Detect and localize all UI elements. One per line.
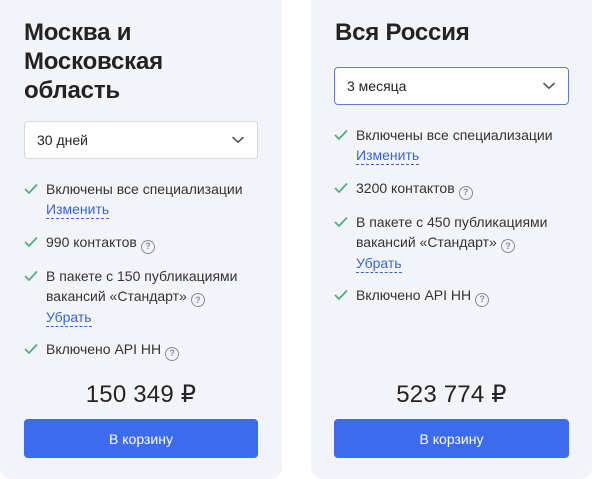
help-icon[interactable]: ? <box>140 239 155 254</box>
help-icon[interactable]: ? <box>475 292 490 307</box>
help-icon[interactable]: ? <box>500 239 515 253</box>
plan-title: Вся Россия <box>335 18 470 47</box>
chevron-down-icon <box>542 79 556 93</box>
feature-text: Включено API HH <box>356 287 472 303</box>
chevron-down-icon <box>231 133 245 147</box>
feature-contacts: 990 контактов? <box>24 232 270 254</box>
plan-card-russia: Вся Россия 3 месяца Включены все специал… <box>311 0 592 479</box>
feature-package: В пакете с 450 публикациями вакансий «Ст… <box>334 212 580 273</box>
feature-list: Включены все специализации Изменить 3200… <box>334 125 580 307</box>
feature-text: Включены все специализации <box>46 181 243 197</box>
plan-title-line: область <box>24 77 120 104</box>
check-icon <box>24 344 38 354</box>
plan-price: 523 774 ₽ <box>396 381 507 408</box>
check-icon <box>334 290 348 300</box>
remove-package-link[interactable]: Убрать <box>46 308 92 327</box>
check-icon <box>334 183 348 193</box>
feature-package: В пакете с 150 публикациями вакансий «Ст… <box>24 266 270 327</box>
plan-title-line: Московская <box>24 48 163 75</box>
check-icon <box>24 184 38 194</box>
feature-text: В пакете с 150 публикациями вакансий «Ст… <box>46 267 238 304</box>
period-select[interactable]: 30 дней <box>24 121 258 159</box>
check-icon <box>24 270 38 281</box>
feature-text: В пакете с 450 публикациями вакансий «Ст… <box>356 213 548 250</box>
feature-text: 990 контактов <box>46 234 137 250</box>
add-to-cart-button[interactable]: В корзину <box>24 419 258 458</box>
feature-text: Включено API HH <box>46 341 162 357</box>
check-icon <box>334 130 348 140</box>
feature-contacts: 3200 контактов? <box>334 178 580 200</box>
remove-package-link[interactable]: Убрать <box>356 254 402 273</box>
help-icon[interactable]: ? <box>458 185 473 200</box>
period-select-value: 30 дней <box>37 132 88 148</box>
feature-api: Включено API HH? <box>334 285 580 307</box>
plan-title: Москва и Московская область <box>24 18 163 105</box>
change-specializations-link[interactable]: Изменить <box>356 146 420 165</box>
check-icon <box>24 237 38 247</box>
plan-title-line: Москва и <box>24 19 132 46</box>
plan-card-moscow: Москва и Московская область 30 дней Вклю… <box>0 0 282 479</box>
feature-list: Включены все специализации Изменить 990 … <box>24 179 270 361</box>
plan-price: 150 349 ₽ <box>85 381 197 408</box>
feature-text: Включены все специализации <box>356 127 553 143</box>
add-to-cart-button[interactable]: В корзину <box>334 419 569 458</box>
check-icon <box>334 216 348 227</box>
period-select-value: 3 месяца <box>347 78 407 94</box>
period-select[interactable]: 3 месяца <box>334 67 569 105</box>
feature-api: Включено API HH? <box>24 339 270 361</box>
feature-specializations: Включены все специализации Изменить <box>24 179 270 219</box>
feature-specializations: Включены все специализации Изменить <box>334 125 580 165</box>
change-specializations-link[interactable]: Изменить <box>46 200 110 219</box>
help-icon[interactable]: ? <box>190 293 205 307</box>
feature-text: 3200 контактов <box>356 180 455 196</box>
plan-title-line: Вся Россия <box>335 19 470 46</box>
help-icon[interactable]: ? <box>165 346 180 361</box>
